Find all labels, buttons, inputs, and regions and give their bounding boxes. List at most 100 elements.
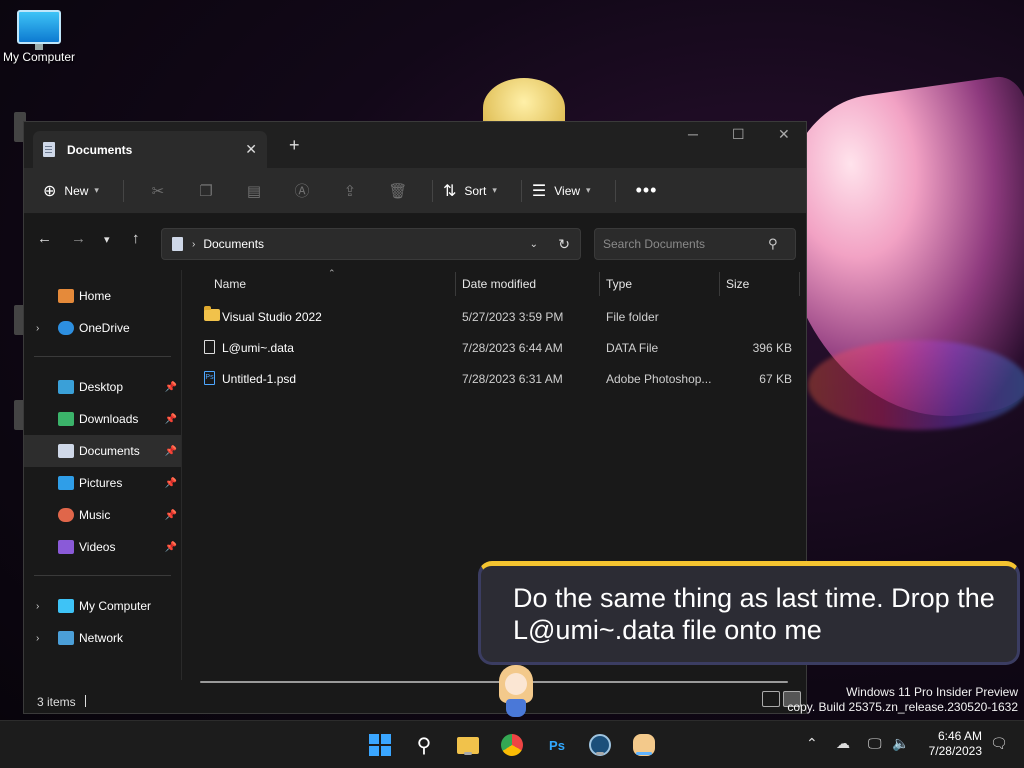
column-headers: ⌃ Name Date modified Type Size <box>182 268 806 300</box>
pin-icon: 📌 <box>164 445 177 457</box>
file-explorer-icon[interactable] <box>456 733 480 757</box>
file-name: L@umi~.data <box>222 341 294 355</box>
chevron-down-icon: ▾ <box>94 185 99 195</box>
clock-date: 7/28/2023 <box>928 744 982 758</box>
search-input[interactable] <box>603 237 768 251</box>
mascot-character[interactable] <box>497 665 535 717</box>
file-date: 7/28/2023 6:44 AM <box>462 341 563 355</box>
column-divider[interactable] <box>719 272 720 296</box>
wallpaper-rainbow <box>808 340 1024 430</box>
desktop-icon-my-computer[interactable]: My Computer <box>0 10 78 64</box>
nav-item-onedrive[interactable]: › OneDrive <box>24 312 181 344</box>
nav-item-desktop[interactable]: Desktop 📌 <box>24 371 181 403</box>
recent-locations-icon[interactable]: ▾ <box>104 233 110 246</box>
details-view-button[interactable] <box>762 691 780 707</box>
column-header-name[interactable]: Name <box>214 277 246 291</box>
notification-icon[interactable]: 🗨 <box>990 735 1008 752</box>
column-divider[interactable] <box>599 272 600 296</box>
clock[interactable]: 6:46 AM 7/28/2023 <box>929 729 982 759</box>
network-tray-icon[interactable]: 🖵 <box>868 735 882 752</box>
chevron-right-icon[interactable]: › <box>36 601 39 612</box>
document-icon <box>172 237 183 251</box>
back-icon[interactable]: ← <box>37 230 52 247</box>
minimize-button[interactable]: ─ <box>688 126 698 142</box>
onedrive-tray-icon[interactable]: ☁ <box>836 735 850 752</box>
desktop-icon-label: My Computer <box>2 50 76 64</box>
cut-icon[interactable]: ✂ <box>134 182 182 200</box>
more-options-button[interactable]: ••• <box>636 180 658 201</box>
show-hidden-icons-button[interactable]: ⌃ <box>806 735 818 752</box>
document-icon <box>43 142 55 157</box>
divider <box>122 179 124 202</box>
pin-icon: 📌 <box>164 381 177 393</box>
view-button[interactable]: ☰ View ▾ <box>532 181 591 201</box>
column-header-type[interactable]: Type <box>606 277 632 291</box>
breadcrumb-documents[interactable]: Documents <box>203 237 264 251</box>
share-icon[interactable]: ⇪ <box>326 182 374 200</box>
steam-icon[interactable] <box>588 733 612 757</box>
search-icon[interactable]: ⚲ <box>412 733 436 757</box>
paste-icon[interactable]: ▤ <box>230 182 278 200</box>
nav-item-downloads[interactable]: Downloads 📌 <box>24 403 181 435</box>
nav-label: Pictures <box>79 476 123 490</box>
speech-bubble: Do the same thing as last time. Drop the… <box>478 561 1020 665</box>
nav-item-music[interactable]: Music 📌 <box>24 499 181 531</box>
tab-documents[interactable]: Documents ✕ <box>33 131 267 168</box>
address-bar[interactable]: › Documents ⌄ ↻ <box>161 228 581 260</box>
copy-icon[interactable]: ❐ <box>182 182 230 200</box>
rename-icon[interactable]: Ⓐ <box>278 180 326 201</box>
search-box[interactable]: ⚲ <box>594 228 796 260</box>
pin-icon: 📌 <box>164 509 177 521</box>
forward-icon[interactable]: → <box>71 230 86 247</box>
monitor-icon <box>17 10 61 50</box>
nav-item-network[interactable]: › Network <box>24 622 181 654</box>
file-icon <box>204 340 215 354</box>
sort-button[interactable]: ⇅ Sort ▾ <box>443 181 497 201</box>
new-button[interactable]: ⊕ New ▾ <box>43 181 99 201</box>
nav-item-documents[interactable]: Documents 📌 <box>24 435 181 467</box>
column-divider[interactable] <box>799 272 800 296</box>
up-icon[interactable]: ↑ <box>132 230 140 247</box>
nav-item-my-computer[interactable]: › My Computer <box>24 590 181 622</box>
column-divider[interactable] <box>455 272 456 296</box>
close-tab-button[interactable]: ✕ <box>245 141 257 158</box>
file-date: 7/28/2023 6:31 AM <box>462 372 563 386</box>
photoshop-file-icon: Ps <box>204 371 215 385</box>
column-header-date[interactable]: Date modified <box>462 277 536 291</box>
chevron-right-icon[interactable]: › <box>36 633 39 644</box>
nav-item-home[interactable]: Home <box>24 280 181 312</box>
search-icon: ⚲ <box>768 236 778 251</box>
column-header-size[interactable]: Size <box>726 277 749 291</box>
new-tab-button[interactable]: + <box>289 135 300 156</box>
nav-item-pictures[interactable]: Pictures 📌 <box>24 467 181 499</box>
music-icon <box>58 508 74 522</box>
table-row[interactable]: Ps Untitled-1.psd 7/28/2023 6:31 AM Adob… <box>182 363 806 394</box>
pictures-icon <box>58 476 74 490</box>
divider <box>34 575 171 576</box>
title-bar: Documents ✕ + ─ ☐ ✕ <box>24 122 806 168</box>
refresh-icon[interactable]: ↻ <box>558 236 570 253</box>
table-row[interactable]: Visual Studio 2022 5/27/2023 3:59 PM Fil… <box>182 301 806 332</box>
watermark-line2: copy. Build 25375.zn_release.230520-1632 <box>787 700 1018 714</box>
maximize-button[interactable]: ☐ <box>732 126 745 143</box>
horizontal-scrollbar[interactable] <box>200 681 788 683</box>
address-history-chevron-icon[interactable]: ⌄ <box>530 239 538 250</box>
close-window-button[interactable]: ✕ <box>778 126 790 143</box>
chrome-icon[interactable] <box>500 733 524 757</box>
pin-icon: 📌 <box>164 477 177 489</box>
file-name: Untitled-1.psd <box>222 372 297 386</box>
mascot-app-icon[interactable] <box>632 733 656 757</box>
volume-icon[interactable]: 🔈 <box>892 735 909 752</box>
status-divider <box>85 695 86 707</box>
chevron-right-icon[interactable]: › <box>36 323 39 334</box>
nav-label: Network <box>79 631 124 645</box>
start-button[interactable] <box>368 733 392 757</box>
delete-icon[interactable]: 🗑 <box>374 182 422 200</box>
table-row[interactable]: L@umi~.data 7/28/2023 6:44 AM DATA File … <box>182 332 806 363</box>
nav-item-videos[interactable]: Videos 📌 <box>24 531 181 563</box>
nav-label: My Computer <box>79 599 152 613</box>
photoshop-icon[interactable]: Ps <box>545 733 569 757</box>
divider <box>34 356 171 357</box>
view-label: View <box>554 183 581 198</box>
file-type: Adobe Photoshop... <box>606 372 712 386</box>
